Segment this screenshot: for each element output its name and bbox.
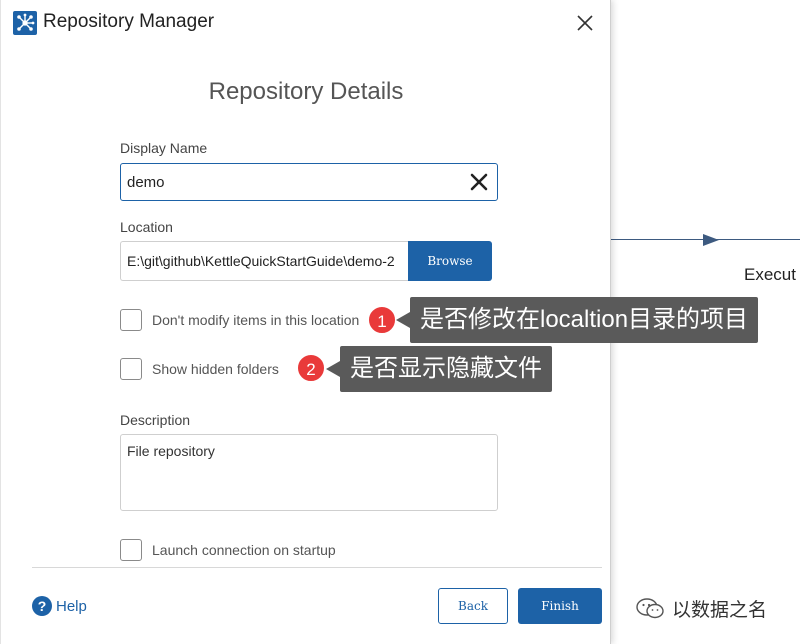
show-hidden-checkbox[interactable]	[120, 358, 142, 380]
canvas-hop-arrow-icon	[703, 234, 719, 246]
show-hidden-option[interactable]: Show hidden folders	[120, 358, 279, 380]
display-name-label: Display Name	[120, 140, 208, 156]
dont-modify-checkbox[interactable]	[120, 309, 142, 331]
description-textarea[interactable]: File repository	[120, 434, 498, 511]
browse-button[interactable]: Browse	[408, 241, 492, 281]
window-title: Repository Manager	[43, 11, 215, 32]
help-label: Help	[56, 597, 87, 615]
show-hidden-label: Show hidden folders	[152, 361, 279, 377]
close-icon[interactable]	[574, 12, 596, 34]
help-icon: ?	[32, 596, 52, 616]
annotation-badge-2: 2	[296, 353, 326, 383]
launch-label: Launch connection on startup	[152, 542, 336, 558]
dont-modify-label: Don't modify items in this location	[152, 312, 360, 328]
display-name-input[interactable]: demo	[120, 163, 498, 201]
annotation-callout-2: 是否显示隐藏文件	[326, 346, 552, 392]
back-button[interactable]: Back	[438, 588, 508, 624]
description-label: Description	[120, 412, 191, 428]
canvas-step-label: Execut	[744, 265, 796, 284]
footer-divider	[32, 567, 602, 568]
location-label: Location	[120, 219, 173, 235]
title-bar: Repository Manager	[1, 0, 611, 46]
launch-checkbox[interactable]	[120, 539, 142, 561]
annotation-badge-1: 1	[367, 305, 397, 335]
finish-button[interactable]: Finish	[518, 588, 602, 624]
network-icon	[13, 11, 37, 35]
help-link[interactable]: ? Help	[32, 596, 87, 616]
launch-option[interactable]: Launch connection on startup	[120, 539, 336, 561]
location-input[interactable]: E:\git\github\KettleQuickStartGuide\demo…	[120, 241, 409, 281]
watermark: 以数据之名	[636, 595, 767, 622]
clear-icon[interactable]	[469, 172, 489, 192]
description-value: File repository	[127, 443, 215, 459]
wechat-icon	[636, 597, 666, 621]
location-value: E:\git\github\KettleQuickStartGuide\demo…	[127, 253, 395, 269]
annotation-callout-1: 是否修改在localtion目录的项目	[395, 297, 759, 343]
screen: Execut Repository Manager Repository Det…	[0, 0, 800, 644]
dont-modify-option[interactable]: Don't modify items in this location	[120, 309, 359, 331]
watermark-text: 以数据之名	[672, 600, 768, 621]
display-name-value: demo	[127, 174, 165, 191]
page-title: Repository Details	[208, 78, 404, 105]
